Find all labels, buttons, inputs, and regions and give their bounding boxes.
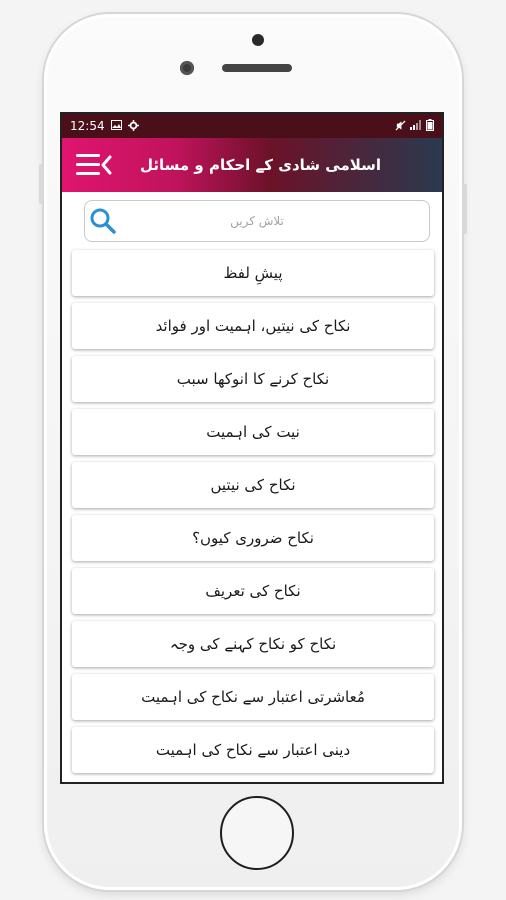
list-item[interactable]: نکاح کی تعریف [72,568,434,614]
list-item[interactable]: نکاح کی نیتیں، اہمیت اور فوائد [72,303,434,349]
earpiece-speaker [222,64,292,72]
settings-icon [127,119,139,133]
list-item-label: نکاح کی نیتیں [210,476,296,494]
status-time: 12:54 [70,119,105,133]
list-item-label: نیت کی اہمیت [206,423,300,441]
list-item[interactable]: نکاح کو نکاح کہنے کی وجہ [72,621,434,667]
battery-icon [426,119,434,133]
front-camera [180,61,194,75]
list-item-label: پیشِ لفظ [223,264,283,282]
search-input[interactable] [85,200,429,242]
power-button [463,184,467,234]
image-icon [110,120,122,132]
list-item-label: نکاح کرنے کا انوکھا سبب [176,370,330,388]
app-title: اسلامی شادی کے احکام و مسائل [140,156,382,174]
list-item[interactable]: نیت کی اہمیت [72,409,434,455]
signal-icon [410,120,422,132]
search-container [62,192,442,248]
app-screen: 12:54 اسلامی شادی کے احکام و مسائل تلاش … [60,112,444,784]
list-item[interactable]: نکاح ضروری کیوں؟ [72,515,434,561]
camera-dot [252,34,264,46]
list-item[interactable]: نکاح کی نیتیں [72,462,434,508]
volume-button [39,164,43,204]
list-item-label: نکاح ضروری کیوں؟ [192,529,314,547]
menu-back-icon[interactable] [76,152,112,178]
list-item-label: نکاح کی تعریف [205,582,301,600]
list-item-label: نکاح کی نیتیں، اہمیت اور فوائد [155,317,351,335]
list-item[interactable]: مُعاشرتی اعتبار سے نکاح کی اہمیت [72,674,434,720]
list-item-label: مُعاشرتی اعتبار سے نکاح کی اہمیت [141,688,365,706]
list-item-label: دینی اعتبار سے نکاح کی اہمیت [155,741,351,759]
chapter-list: پیشِ لفظ نکاح کی نیتیں، اہمیت اور فوائد … [62,248,442,773]
list-item[interactable]: پیشِ لفظ [72,250,434,296]
search-icon[interactable] [89,207,117,235]
search-box[interactable] [84,200,430,242]
status-bar: 12:54 [62,114,442,138]
mute-icon [395,119,406,133]
app-bar: اسلامی شادی کے احکام و مسائل [62,138,442,192]
list-item-label: نکاح کو نکاح کہنے کی وجہ [169,635,337,653]
home-button[interactable] [220,796,294,870]
list-item[interactable]: نکاح کرنے کا انوکھا سبب [72,356,434,402]
list-item[interactable]: دینی اعتبار سے نکاح کی اہمیت [72,727,434,773]
